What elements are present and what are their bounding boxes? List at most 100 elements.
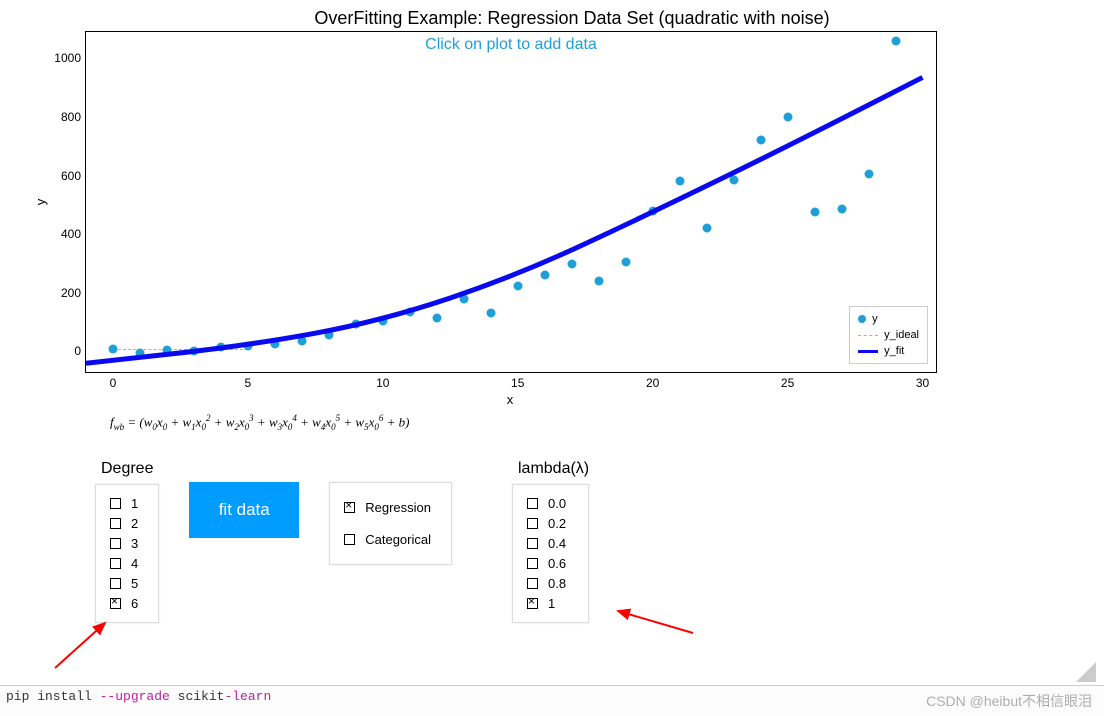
option-label: 0.4: [548, 536, 566, 551]
degree-panel-option[interactable]: 5: [110, 575, 138, 592]
y-tick: 400: [46, 227, 81, 241]
degree-panel-option[interactable]: 6: [110, 595, 138, 612]
data-point: [135, 348, 144, 357]
legend-y-fit: y_fit: [858, 343, 919, 359]
lambda-panel-option[interactable]: 0.2: [527, 515, 568, 532]
lambda-panel-option[interactable]: 0.8: [527, 575, 568, 592]
chart-area: y Click on plot to add data y y_ideal y_…: [85, 31, 1104, 373]
degree-panel-option[interactable]: 2: [110, 515, 138, 532]
x-axis-label: x: [507, 392, 514, 407]
x-tick: 15: [511, 376, 524, 390]
data-point: [594, 277, 603, 286]
data-point: [270, 340, 279, 349]
type-panel-option[interactable]: Categorical: [344, 531, 431, 548]
chart-title: OverFitting Example: Regression Data Set…: [0, 8, 1104, 29]
data-point: [837, 205, 846, 214]
option-label: Regression: [365, 500, 431, 515]
data-point: [729, 176, 738, 185]
data-point: [378, 316, 387, 325]
y-tick: 600: [46, 169, 81, 183]
chart-subtitle: Click on plot to add data: [86, 36, 936, 54]
option-label: 3: [131, 536, 138, 551]
data-point: [891, 36, 900, 45]
data-point: [567, 259, 576, 268]
data-point: [621, 258, 630, 267]
y-tick: 200: [46, 286, 81, 300]
lambda-panel-wrapper: lambda(λ) 0.0 0.2 0.4 0.6 0.8 1: [512, 460, 589, 623]
checkbox-icon[interactable]: [110, 558, 121, 569]
data-point: [540, 271, 549, 280]
terminal-flag-1: --upgrade: [100, 689, 170, 704]
terminal-flag-2: -learn: [224, 689, 271, 704]
data-point: [810, 208, 819, 217]
option-label: Categorical: [365, 532, 431, 547]
option-label: 0.0: [548, 496, 566, 511]
y-tick: 0: [46, 344, 81, 358]
data-point: [216, 343, 225, 352]
fit-data-button[interactable]: fit data: [189, 482, 299, 538]
data-point: [756, 136, 765, 145]
checkbox-icon[interactable]: [110, 538, 121, 549]
resize-grip-icon[interactable]: [1076, 662, 1096, 682]
x-tick: 5: [245, 376, 252, 390]
option-label: 2: [131, 516, 138, 531]
data-point: [189, 347, 198, 356]
x-tick: 30: [916, 376, 929, 390]
y-ideal-line: [113, 349, 248, 350]
option-label: 1: [548, 596, 555, 611]
x-tick: 0: [110, 376, 117, 390]
checkbox-icon[interactable]: [527, 518, 538, 529]
degree-panel-option[interactable]: 3: [110, 535, 138, 552]
checkbox-icon[interactable]: [344, 534, 355, 545]
data-point: [702, 224, 711, 233]
checkbox-icon[interactable]: [527, 498, 538, 509]
data-point: [162, 346, 171, 355]
lambda-panel-option[interactable]: 0.6: [527, 555, 568, 572]
data-point: [513, 281, 522, 290]
checkbox-icon[interactable]: [344, 502, 355, 513]
controls-row: Degree 1 2 3 4 5 6 fit data Regression Categor…: [95, 460, 1104, 623]
plot-canvas[interactable]: Click on plot to add data y y_ideal y_fi…: [85, 31, 937, 373]
data-point: [864, 170, 873, 179]
checkbox-icon[interactable]: [110, 578, 121, 589]
checkbox-icon[interactable]: [527, 578, 538, 589]
data-point: [405, 307, 414, 316]
model-formula: fwb = (w0x0 + w1x02 + w2x03 + w3x04 + w4…: [110, 413, 1104, 432]
option-label: 0.2: [548, 516, 566, 531]
data-point: [351, 319, 360, 328]
option-label: 1: [131, 496, 138, 511]
checkbox-icon[interactable]: [527, 558, 538, 569]
option-label: 4: [131, 556, 138, 571]
lambda-title: lambda(λ): [518, 460, 589, 478]
data-point: [783, 113, 792, 122]
legend-box: y y_ideal y_fit: [849, 306, 928, 364]
type-panel-option[interactable]: Regression: [344, 499, 431, 516]
checkbox-icon[interactable]: [110, 598, 121, 609]
checkbox-icon[interactable]: [527, 538, 538, 549]
checkbox-icon[interactable]: [527, 598, 538, 609]
degree-panel-option[interactable]: 4: [110, 555, 138, 572]
checkbox-icon[interactable]: [110, 518, 121, 529]
x-tick: 25: [781, 376, 794, 390]
option-label: 5: [131, 576, 138, 591]
degree-title: Degree: [101, 460, 159, 478]
degree-panel-option[interactable]: 1: [110, 495, 138, 512]
lambda-panel-option[interactable]: 0.0: [527, 495, 568, 512]
lambda-panel-option[interactable]: 1: [527, 595, 568, 612]
watermark-text: CSDN @heibut不相信眼泪: [926, 691, 1092, 711]
legend-y-ideal: y_ideal: [858, 327, 919, 343]
data-point: [324, 331, 333, 340]
terminal-pkg: scikit: [170, 689, 225, 704]
checkbox-icon[interactable]: [110, 498, 121, 509]
y-tick: 1000: [46, 51, 81, 65]
data-point: [243, 341, 252, 350]
y-axis-label: y: [33, 199, 48, 206]
data-point: [432, 313, 441, 322]
x-tick: 10: [376, 376, 389, 390]
option-label: 6: [131, 596, 138, 611]
terminal-text: pip install: [6, 689, 100, 704]
data-point: [297, 337, 306, 346]
option-label: 0.6: [548, 556, 566, 571]
lambda-panel-option[interactable]: 0.4: [527, 535, 568, 552]
degree-panel: 1 2 3 4 5 6: [95, 484, 159, 623]
